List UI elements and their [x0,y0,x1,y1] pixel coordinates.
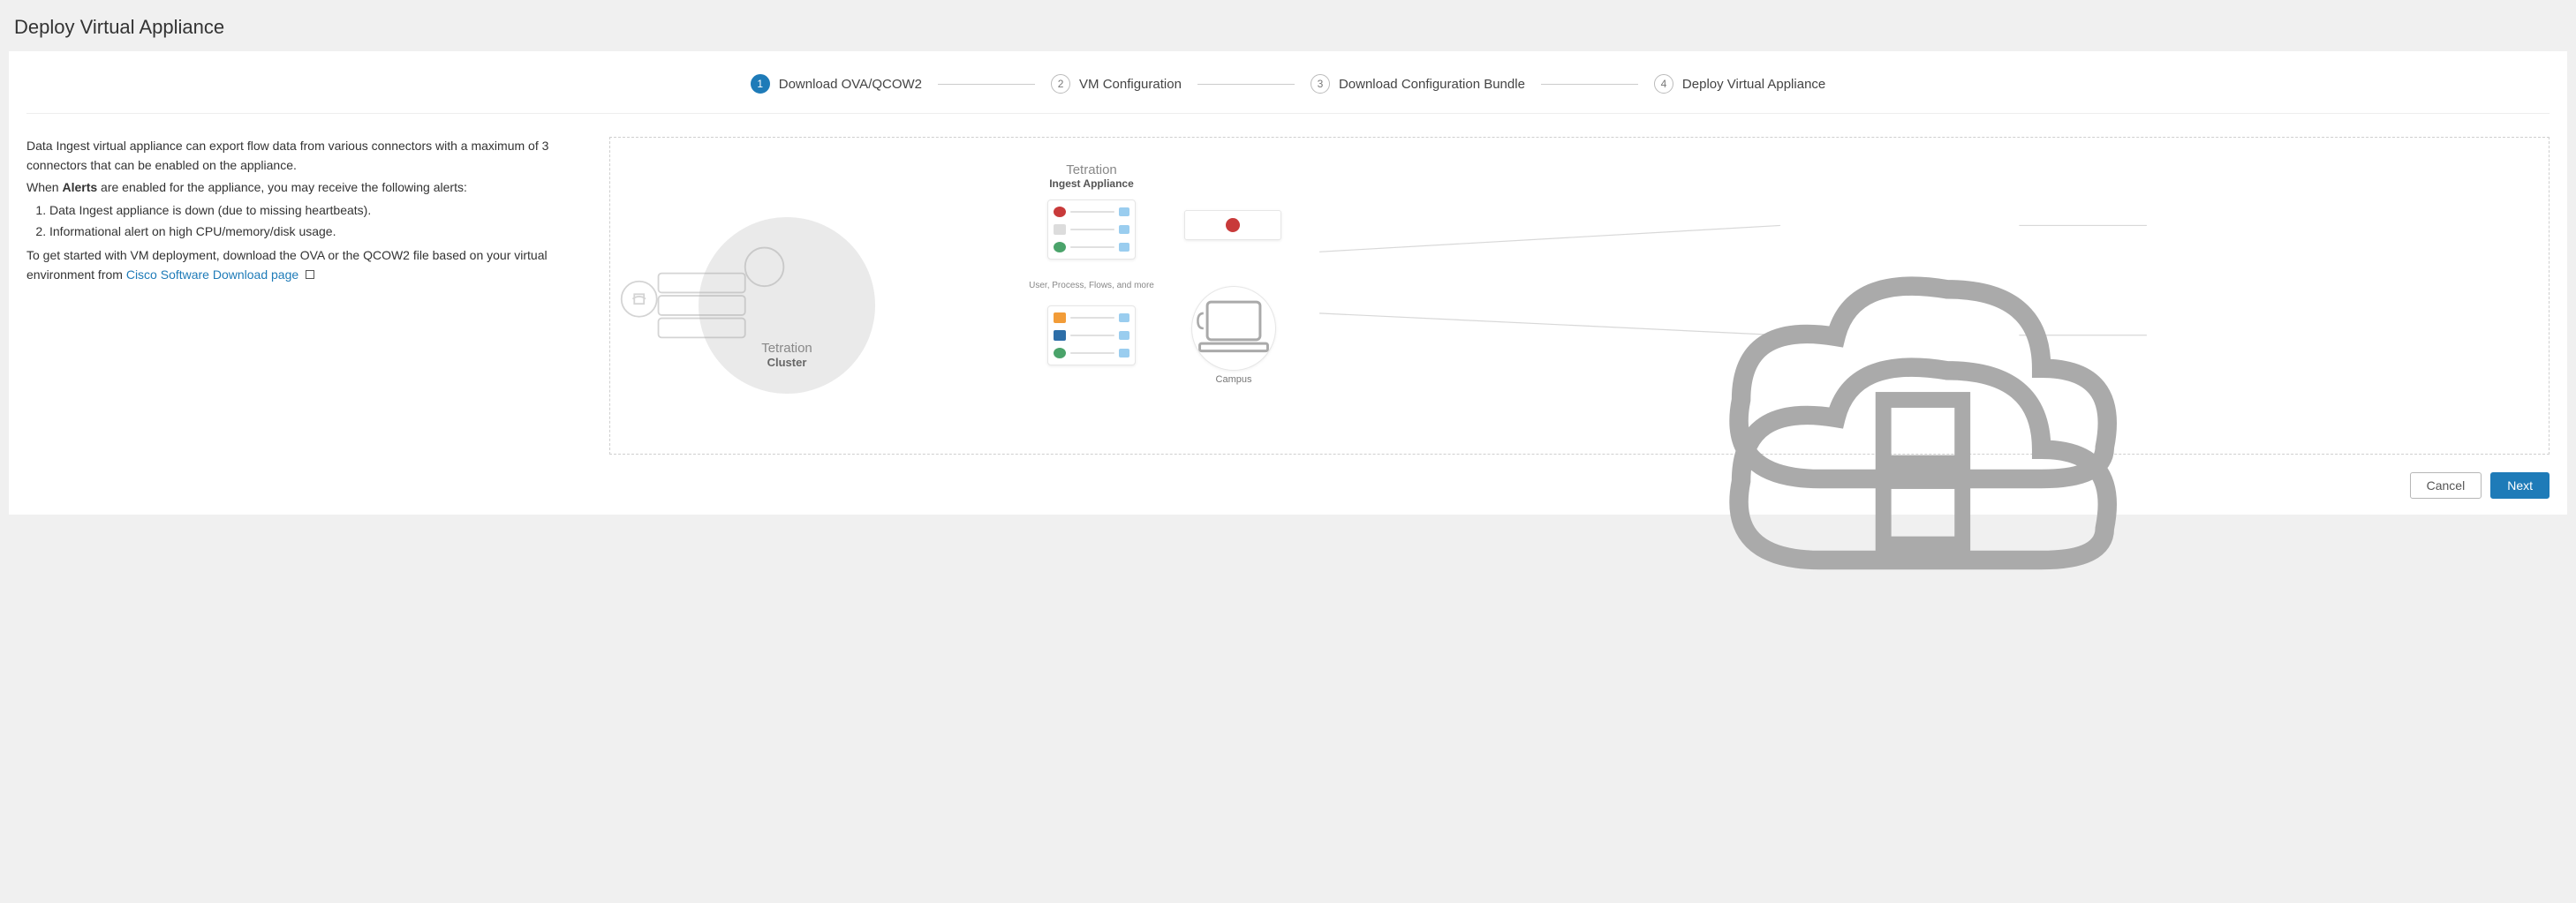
aws-icon [1054,312,1066,323]
connector-row [1054,222,1129,237]
tetration-cluster-node: Tetration Cluster [699,217,875,394]
connector-dash [1070,352,1114,354]
step-3-number: 3 [1311,74,1330,94]
connector-dash [1070,229,1114,230]
laptop-icon [1192,287,1275,370]
globe-icon [1054,242,1066,252]
step-2-label: VM Configuration [1079,77,1182,92]
cluster-title: Tetration [761,341,812,356]
step-4[interactable]: 4 Deploy Virtual Appliance [1654,74,1825,94]
step-connector [1197,84,1295,85]
step-1-number: 1 [751,74,770,94]
step-3[interactable]: 3 Download Configuration Bundle [1311,74,1525,94]
step-connector [1541,84,1638,85]
docker-icon [1119,207,1129,216]
description-alerts-line: When Alerts are enabled for the applianc… [26,178,592,198]
step-1[interactable]: 1 Download OVA/QCOW2 [751,74,922,94]
connector-dash [1070,211,1114,213]
alert-item-1: Data Ingest appliance is down (due to mi… [49,201,592,221]
ingest-subtitle: Ingest Appliance [1043,177,1140,190]
globe-icon [1054,348,1066,358]
stepper: 1 Download OVA/QCOW2 2 VM Configuration … [26,69,2550,114]
connector-row [1054,239,1129,255]
wizard-footer: Cancel Next [26,472,2550,499]
netscaler-icon [1054,224,1066,235]
campus-label: Campus [1191,374,1276,385]
f5-icon [1054,207,1066,217]
connector-card-top [1047,199,1136,260]
when-suffix: are enabled for the appliance, you may r… [97,180,467,194]
connector-dash [1070,317,1114,319]
when-prefix: When [26,180,62,194]
endpoint-f5-box [1184,210,1281,240]
step-connector [938,84,1035,85]
step-4-number: 4 [1654,74,1673,94]
page-title: Deploy Virtual Appliance [9,9,2567,51]
alert-item-2: Informational alert on high CPU/memory/d… [49,222,592,242]
description-intro: Data Ingest virtual appliance can export… [26,137,592,175]
docker-icon [1119,331,1129,340]
ingest-appliance-header: Tetration Ingest Appliance [1043,162,1140,190]
download-page-link[interactable]: Cisco Software Download page [126,267,298,282]
alerts-bold: Alerts [62,180,97,194]
description-get-started: To get started with VM deployment, downl… [26,246,592,284]
step-1-label: Download OVA/QCOW2 [779,77,922,92]
step-2-number: 2 [1051,74,1070,94]
docker-icon [1119,349,1129,357]
f5-icon [1226,218,1240,232]
ingest-title: Tetration [1043,162,1140,177]
step-3-label: Download Configuration Bundle [1339,77,1525,92]
connector-dash [1070,246,1114,248]
cloud-lock-icon [946,242,2576,558]
external-link-icon [306,270,314,279]
docker-icon [1119,313,1129,322]
campus-node [1191,286,1276,371]
docker-icon [1119,225,1129,234]
user-process-flows-label: User, Process, Flows, and more [1025,281,1158,290]
step-2[interactable]: 2 VM Configuration [1051,74,1182,94]
connector-card-bottom [1047,305,1136,365]
connector-row [1054,327,1129,343]
wizard-panel: 1 Download OVA/QCOW2 2 VM Configuration … [9,51,2567,515]
docker-icon [1119,243,1129,252]
connector-row [1054,345,1129,361]
alerts-list: Data Ingest appliance is down (due to mi… [26,201,592,241]
cancel-button[interactable]: Cancel [2410,472,2482,499]
next-button[interactable]: Next [2490,472,2550,499]
cluster-art-icon [610,217,787,394]
connector-row [1054,310,1129,326]
connector-row [1054,204,1129,220]
cluster-subtitle: Cluster [767,356,807,369]
box-icon [1054,330,1066,341]
architecture-diagram: Tetration Cluster Tetration Ingest Appli… [609,137,2550,455]
step-4-label: Deploy Virtual Appliance [1682,77,1825,92]
step-description: Data Ingest virtual appliance can export… [26,137,592,289]
connector-dash [1070,335,1114,336]
